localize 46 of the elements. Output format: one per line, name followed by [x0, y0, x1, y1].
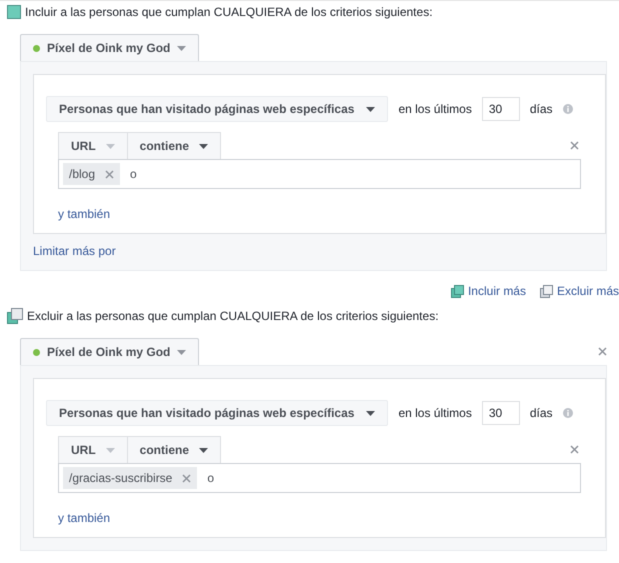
- add-link[interactable]: Excluir más: [540, 284, 619, 298]
- stacked-squares-icon: [450, 284, 464, 298]
- or-label: o: [130, 167, 137, 181]
- stacked-squares-icon: [7, 308, 23, 324]
- info-icon[interactable]: [562, 104, 573, 114]
- add-link[interactable]: Incluir más: [450, 284, 526, 298]
- within-label: en los últimos: [398, 102, 472, 116]
- event-dropdown[interactable]: Personas que han visitado páginas web específicas: [46, 96, 388, 122]
- days-field[interactable]: 30: [482, 401, 520, 425]
- info-icon[interactable]: [562, 408, 573, 418]
- close-icon[interactable]: [598, 347, 607, 356]
- square-icon: [7, 5, 21, 19]
- and-also-link[interactable]: y también: [58, 207, 110, 221]
- stacked-squares-icon: [540, 284, 553, 298]
- operator-dropdown[interactable]: contiene: [126, 437, 220, 463]
- refine-link[interactable]: Limitar más por: [33, 244, 116, 258]
- close-icon[interactable]: [570, 444, 579, 454]
- days-label: días: [530, 102, 553, 116]
- field-dropdown[interactable]: URL: [59, 437, 127, 463]
- event-dropdown[interactable]: Personas que han visitado páginas web específicas: [46, 400, 388, 426]
- caret-icon: [199, 448, 208, 452]
- within-label: en los últimos: [398, 406, 472, 420]
- url-input-field[interactable]: /blog o: [58, 159, 581, 189]
- section-heading: Incluir a las personas que cumplan CUALQUIERA de los criterios siguientes:: [25, 5, 433, 19]
- close-icon[interactable]: [570, 140, 579, 150]
- caret-icon: [199, 144, 208, 148]
- remove-icon[interactable]: [182, 474, 192, 482]
- field-dropdown[interactable]: URL: [59, 133, 127, 159]
- pixel-dropdown[interactable]: Píxel de Oink my God: [20, 338, 200, 365]
- caret-icon: [366, 106, 376, 112]
- caret-icon: [366, 410, 376, 416]
- or-label: o: [207, 471, 214, 485]
- days-label: días: [530, 406, 553, 420]
- days-field[interactable]: 30: [482, 97, 520, 121]
- url-input-field[interactable]: /gracias-suscribirse o: [58, 463, 581, 493]
- and-also-link[interactable]: y también: [58, 511, 110, 525]
- caret-icon: [106, 448, 115, 452]
- tag-text: /gracias-suscribirse: [69, 471, 172, 485]
- caret-icon: [177, 350, 186, 354]
- caret-icon: [106, 144, 115, 148]
- operator-dropdown[interactable]: contiene: [126, 133, 220, 159]
- section-heading: Excluir a las personas que cumplan CUALQUIERA de los criterios siguientes:: [27, 309, 439, 323]
- caret-icon: [177, 46, 186, 50]
- remove-icon[interactable]: [105, 170, 114, 178]
- tag-text: /blog: [69, 167, 96, 181]
- pixel-dropdown[interactable]: Píxel de Oink my God: [20, 34, 200, 61]
